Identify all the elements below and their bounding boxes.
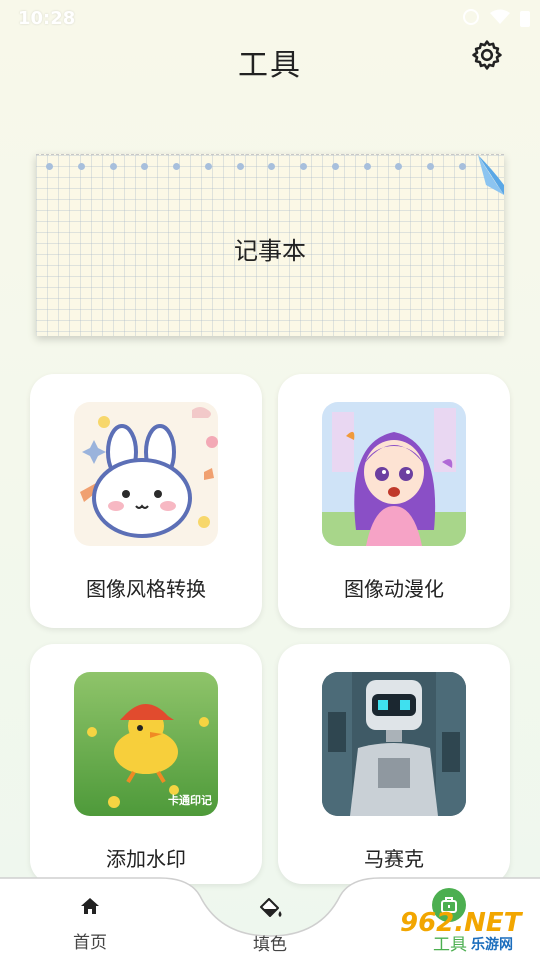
duckling-photo: 卡通印记 bbox=[74, 672, 218, 816]
page-fold-icon bbox=[478, 155, 504, 195]
anime-card[interactable]: 图像动漫化 bbox=[278, 374, 510, 628]
card-label: 图像风格转换 bbox=[86, 577, 206, 601]
status-icons bbox=[462, 9, 530, 29]
card-label: 图像动漫化 bbox=[344, 577, 444, 601]
settings-button[interactable] bbox=[470, 38, 504, 72]
mosaic-card[interactable]: 马赛克 bbox=[278, 644, 510, 884]
image-caption: 卡通印记 bbox=[168, 794, 212, 807]
notepad-holes bbox=[36, 163, 504, 170]
nav-item-home[interactable]: 首页 bbox=[30, 876, 150, 960]
nav-label-fill: 填色 bbox=[253, 935, 287, 955]
wifi-icon bbox=[490, 9, 510, 29]
page-title: 工具 bbox=[238, 48, 302, 83]
card-label: 马赛克 bbox=[364, 847, 424, 871]
paint-bucket-icon bbox=[260, 898, 282, 917]
anime-girl-illustration bbox=[322, 402, 466, 546]
nav-label-home: 首页 bbox=[73, 933, 107, 953]
notepad-card[interactable]: 记事本 bbox=[36, 154, 504, 336]
battery-icon bbox=[520, 11, 530, 27]
status-bar: 10:28 bbox=[0, 0, 540, 36]
nav-item-fill[interactable]: 填色 bbox=[210, 876, 330, 960]
gear-icon bbox=[472, 40, 502, 70]
site-watermark: 962.NET 乐游网 bbox=[400, 908, 536, 956]
home-icon bbox=[81, 898, 99, 914]
notepad-label: 记事本 bbox=[234, 237, 306, 265]
status-time: 10:28 bbox=[18, 8, 76, 29]
bunny-illustration bbox=[74, 402, 218, 546]
add-watermark-card[interactable]: 卡通印记 添加水印 bbox=[30, 644, 262, 884]
robot-illustration bbox=[322, 672, 466, 816]
watermark-subtext: 乐游网 bbox=[468, 934, 516, 954]
signal-icon bbox=[462, 9, 480, 29]
card-label: 添加水印 bbox=[106, 847, 186, 871]
style-transfer-card[interactable]: 图像风格转换 bbox=[30, 374, 262, 628]
